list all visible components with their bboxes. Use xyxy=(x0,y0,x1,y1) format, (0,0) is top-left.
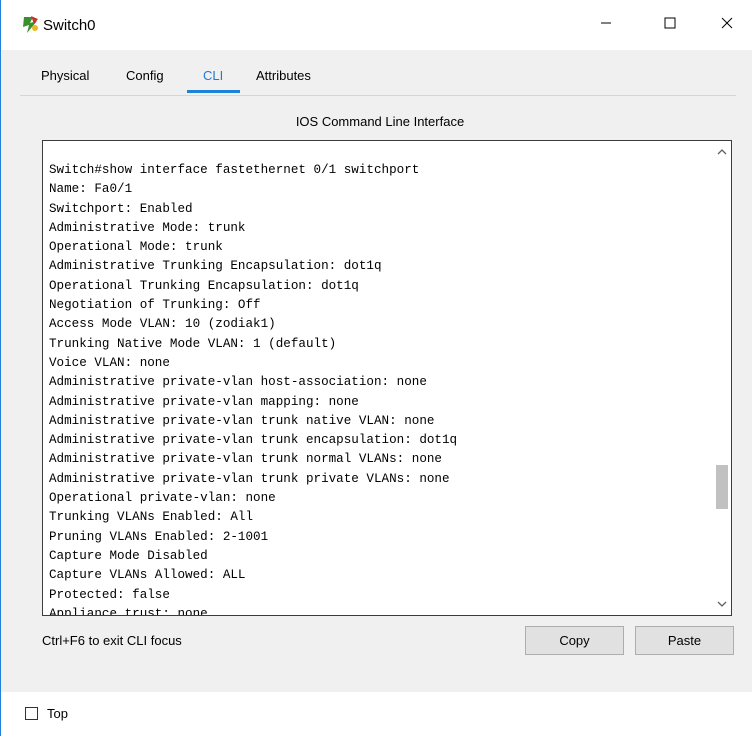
top-checkbox-label[interactable]: Top xyxy=(47,706,68,721)
minimize-button[interactable] xyxy=(580,0,632,50)
close-button[interactable] xyxy=(701,0,752,50)
tab-cli[interactable]: CLI xyxy=(203,68,223,83)
scroll-up-button[interactable] xyxy=(713,143,731,161)
close-icon xyxy=(721,16,733,34)
copy-button[interactable]: Copy xyxy=(525,626,624,655)
tab-config[interactable]: Config xyxy=(126,68,164,83)
cli-console[interactable]: Switch#show interface fastethernet 0/1 s… xyxy=(42,140,732,616)
scrollbar-thumb[interactable] xyxy=(716,465,728,510)
panel-title: IOS Command Line Interface xyxy=(295,114,465,129)
chevron-up-icon xyxy=(717,143,727,161)
cli-line: Trunking Native Mode VLAN: 1 (default) xyxy=(49,336,337,351)
cli-line: Administrative private-vlan trunk native… xyxy=(49,413,435,428)
cli-output: Switch#show interface fastethernet 0/1 s… xyxy=(49,161,458,616)
options-bar xyxy=(1,692,752,736)
paste-button[interactable]: Paste xyxy=(635,626,734,655)
cli-line: Pruning VLANs Enabled: 2-1001 xyxy=(49,529,269,544)
cli-scrollbar[interactable] xyxy=(713,141,731,615)
cli-line: Administrative private-vlan host-associa… xyxy=(49,375,427,390)
window-border xyxy=(0,0,1,736)
cli-line: Operational Mode: trunk xyxy=(49,240,223,255)
minimize-icon xyxy=(600,16,612,34)
cli-line: Name: Fa0/1 xyxy=(49,182,133,197)
cli-line: Administrative private-vlan trunk privat… xyxy=(49,471,450,486)
window-title: Switch0 xyxy=(43,17,96,34)
maximize-icon xyxy=(664,16,676,34)
cli-line: Voice VLAN: none xyxy=(49,355,170,370)
cli-focus-hint: Ctrl+F6 to exit CLI focus xyxy=(42,633,182,648)
switch-device-icon xyxy=(21,15,41,35)
tab-divider xyxy=(20,95,736,96)
top-checkbox[interactable] xyxy=(25,707,38,720)
cli-line: Protected: false xyxy=(49,587,170,602)
title-bar[interactable]: Switch0 xyxy=(1,0,752,50)
cli-line: Switchport: Enabled xyxy=(49,201,193,216)
cli-line: Administrative Mode: trunk xyxy=(49,220,246,235)
scroll-down-button[interactable] xyxy=(713,595,731,613)
cli-line: Administrative private-vlan mapping: non… xyxy=(49,394,359,409)
cli-line: Appliance trust: none xyxy=(49,606,208,616)
maximize-button[interactable] xyxy=(644,0,696,50)
cli-line: Capture VLANs Allowed: ALL xyxy=(49,568,246,583)
tab-attributes[interactable]: Attributes xyxy=(256,68,311,83)
cli-line: Capture Mode Disabled xyxy=(49,548,208,563)
cli-line: Trunking VLANs Enabled: All xyxy=(49,510,254,525)
chevron-down-icon xyxy=(717,595,727,613)
active-tab-indicator xyxy=(187,90,240,93)
cli-line: Switch#show interface fastethernet 0/1 s… xyxy=(49,163,420,177)
cli-line: Administrative Trunking Encapsulation: d… xyxy=(49,259,382,274)
cli-line: Operational private-vlan: none xyxy=(49,491,276,506)
switch-config-window: Switch0 Physical Config CLI Attributes I… xyxy=(0,0,752,736)
cli-line: Administrative private-vlan trunk encaps… xyxy=(49,433,458,448)
cli-line: Access Mode VLAN: 10 (zodiak1) xyxy=(49,317,276,332)
tab-physical[interactable]: Physical xyxy=(41,68,89,83)
cli-line: Negotiation of Trunking: Off xyxy=(49,298,261,313)
cli-line: Operational Trunking Encapsulation: dot1… xyxy=(49,278,359,293)
cli-line: Administrative private-vlan trunk normal… xyxy=(49,452,442,467)
